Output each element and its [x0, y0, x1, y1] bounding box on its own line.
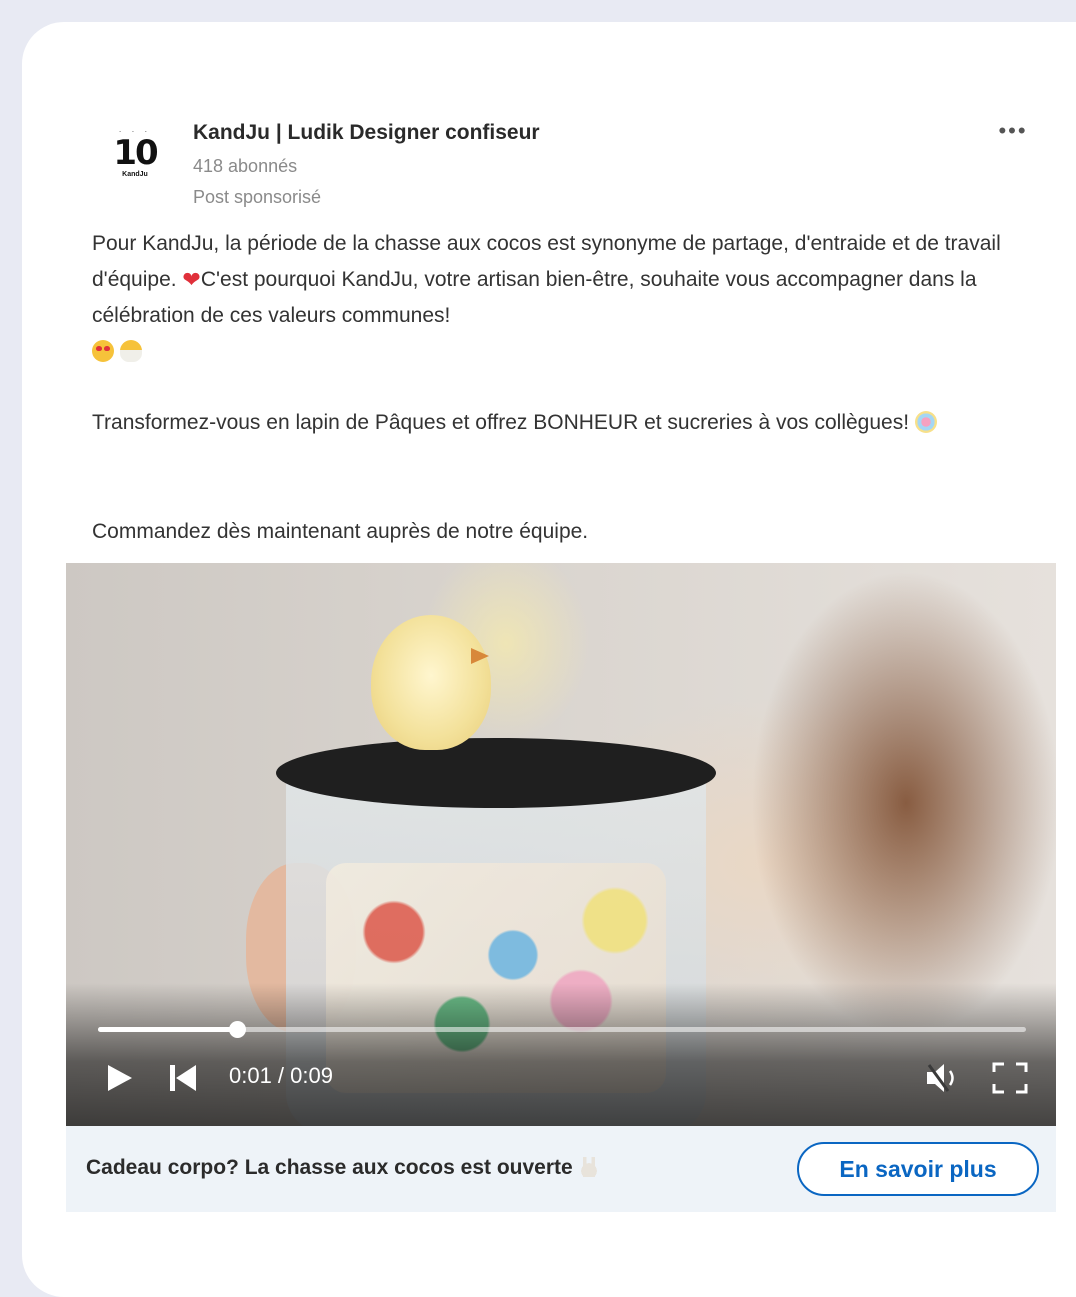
- logo-subtext: KandJu: [122, 171, 148, 178]
- cta-headline[interactable]: Cadeau corpo? La chasse aux cocos est ou…: [86, 1156, 599, 1180]
- video-controls-overlay: [66, 983, 1056, 1126]
- skip-back-icon[interactable]: [166, 1061, 200, 1095]
- post-paragraph-1: Pour KandJu, la période de la chasse aux…: [92, 226, 1042, 370]
- volume-muted-icon[interactable]: [924, 1060, 964, 1096]
- sponsored-label: Post sponsorisé: [193, 187, 322, 207]
- post-paragraph-3: Commandez dès maintenant auprès de notre…: [92, 520, 589, 543]
- video-player[interactable]: 0:01 / 0:09: [66, 563, 1056, 1126]
- company-name[interactable]: KandJu | Ludik Designer confiseur: [193, 121, 540, 145]
- video-frame-chick-beak: [471, 648, 489, 664]
- rabbit-icon: [578, 1157, 599, 1177]
- video-progress-bar[interactable]: [98, 1021, 1026, 1038]
- video-progress-fill: [98, 1027, 238, 1032]
- video-frame-chick: [371, 615, 491, 750]
- smiling-face-heart-eyes-icon: [92, 340, 114, 362]
- video-time: 0:01 / 0:09: [229, 1063, 333, 1088]
- logo-number: 10: [113, 133, 158, 173]
- post-text-part-3: Transformez-vous en lapin de Pâques et o…: [92, 411, 915, 434]
- more-options-icon[interactable]: •••: [988, 118, 1038, 144]
- heart-icon: ❤: [182, 267, 201, 292]
- follower-count: 418 abonnés: [193, 156, 298, 176]
- video-frame-bucket-lid: [276, 738, 716, 808]
- hatching-chick-icon: [119, 340, 142, 362]
- play-icon[interactable]: [102, 1061, 136, 1095]
- cta-bar: Cadeau corpo? La chasse aux cocos est ou…: [66, 1126, 1056, 1212]
- lollipop-icon: [914, 411, 937, 433]
- fullscreen-icon[interactable]: [990, 1060, 1030, 1096]
- cta-headline-text: Cadeau corpo? La chasse aux cocos est ou…: [86, 1156, 573, 1179]
- post-paragraph-2: Transformez-vous en lapin de Pâques et o…: [92, 405, 1042, 441]
- post-text-part-2: C'est pourquoi KandJu, votre artisan bie…: [92, 268, 977, 327]
- learn-more-button[interactable]: En savoir plus: [797, 1142, 1039, 1196]
- company-logo[interactable]: · · · 10 KandJu: [106, 128, 164, 190]
